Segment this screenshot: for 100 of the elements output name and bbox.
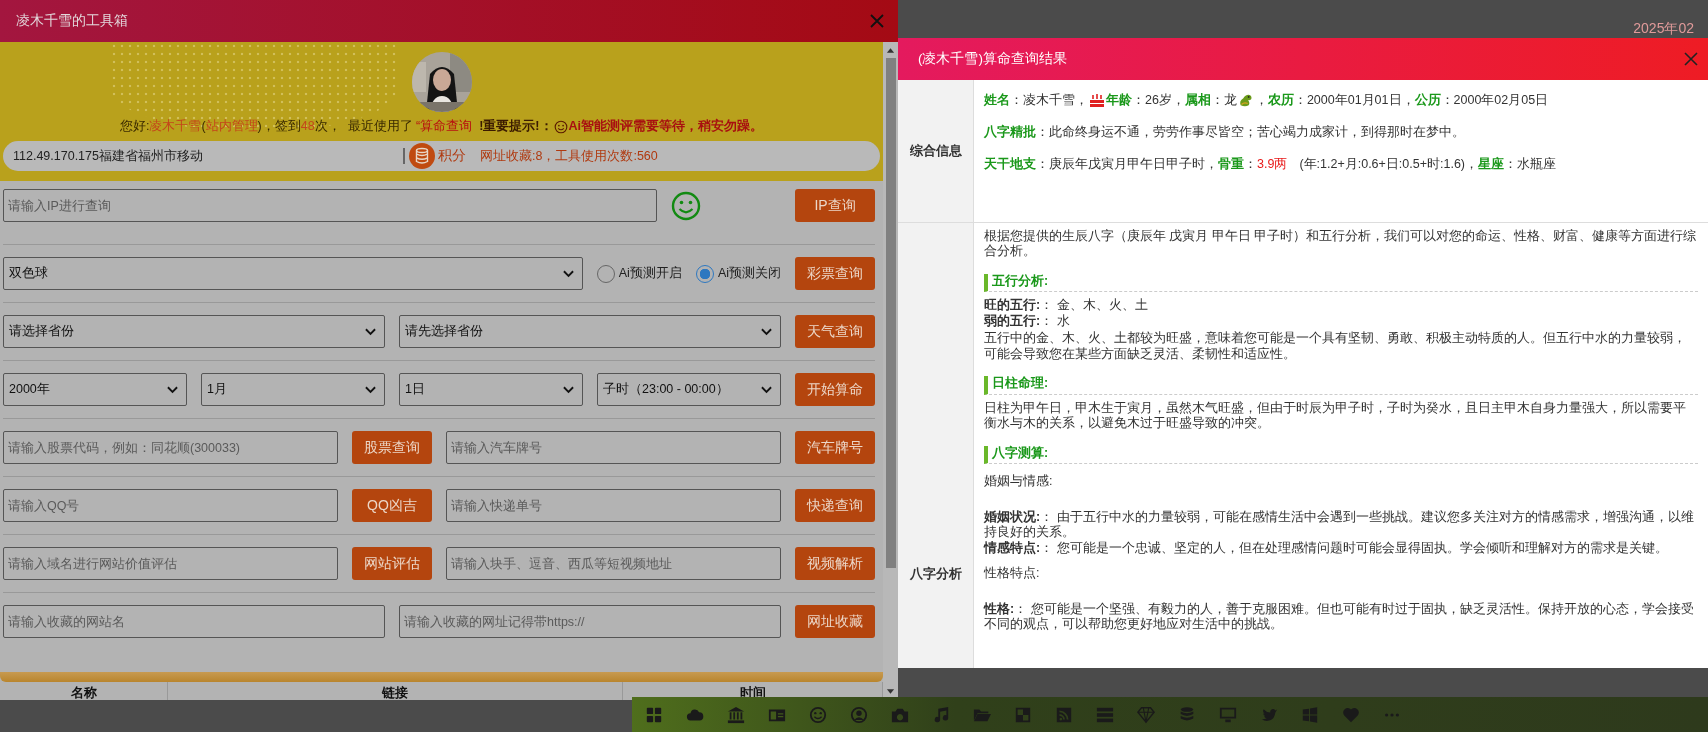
field-value: ：龙	[1210, 91, 1237, 109]
notice-text: Ai智能测评需要等待，稍安勿躁。	[568, 118, 764, 135]
field-label: ，农历	[1254, 91, 1294, 109]
field-label: 属相	[1184, 91, 1211, 109]
close-icon[interactable]	[1684, 52, 1698, 66]
action-button[interactable]: 股票查询	[352, 431, 432, 464]
field-value: ：2000年01月01日，	[1293, 91, 1415, 109]
greeting-text: 您好:凌木千雪(站内管理)，签到48次， 最近使用了 “算命查询 !重要提示!：	[119, 118, 553, 135]
field-label: 星座	[1478, 155, 1504, 173]
input-field[interactable]: 请输入收藏的网址记得带https://	[399, 605, 781, 638]
row-label: 综合信息	[909, 141, 962, 160]
dropdown-value: 1月	[207, 381, 227, 398]
field-label: 年龄	[1106, 91, 1132, 109]
grid-icon[interactable]	[645, 705, 663, 724]
chevron-down-icon	[365, 385, 376, 394]
scroll-up-icon[interactable]	[886, 46, 895, 54]
smiley-icon[interactable]	[809, 705, 827, 724]
server-icon[interactable]	[1096, 705, 1114, 724]
column-header: 链接	[168, 682, 623, 700]
radio-label: Ai预测开启	[618, 265, 682, 282]
action-button[interactable]: QQ凶吉	[352, 489, 432, 522]
chevron-down-icon	[563, 385, 574, 394]
bank-icon[interactable]	[727, 705, 745, 724]
cake-icon	[1089, 92, 1105, 108]
dropdown-value: 1日	[405, 381, 425, 398]
chevron-down-icon	[761, 385, 772, 394]
dropdown[interactable]: 请先选择省份	[399, 315, 781, 348]
input-field[interactable]: 请输入QQ号	[3, 489, 338, 522]
points-label: 积分	[438, 147, 466, 165]
column-header: 名称	[0, 682, 168, 700]
action-button[interactable]: 天气查询	[795, 315, 875, 348]
section-heading: 八字测算:	[984, 445, 1698, 464]
smiley-icon	[553, 119, 568, 134]
monitor-icon[interactable]	[1219, 705, 1237, 724]
field-value: ：水瓶座	[1504, 155, 1556, 173]
field-value: ：2000年02月05日	[1440, 91, 1549, 109]
action-button[interactable]: 开始算命	[795, 373, 875, 406]
chevron-down-icon	[167, 385, 178, 394]
window-title: (凌木千雪)算命查询结果	[918, 50, 1067, 68]
action-button[interactable]: 汽车牌号	[795, 431, 875, 464]
input-field[interactable]: 请输入汽车牌号	[446, 431, 781, 464]
dropdown[interactable]: 1日	[399, 373, 583, 406]
text-line: 婚姻状况:： 由于五行中水的力量较弱，可能在感情生活中会遇到一些挑战。建议您多关注对方的情感需求，增强沟通，以维持良好的关系。	[984, 509, 1695, 541]
radio-button[interactable]	[695, 264, 714, 283]
chevron-down-icon	[562, 269, 574, 278]
dropdown[interactable]: 2000年	[3, 373, 187, 406]
heart-icon[interactable]	[1342, 705, 1360, 724]
field-label: 骨重	[1218, 155, 1244, 173]
checker-icon[interactable]	[1014, 705, 1032, 724]
database-icon	[409, 143, 435, 169]
action-button[interactable]: IP查询	[795, 189, 875, 222]
field-label: 天干地支	[984, 155, 1036, 173]
dropdown[interactable]: 双色球	[3, 257, 583, 290]
action-button[interactable]: 网站评估	[352, 547, 432, 580]
input-field[interactable]: 请输入收藏的网站名	[3, 605, 385, 638]
rss-icon[interactable]	[1055, 705, 1073, 724]
radio-label: Ai预测关闭	[717, 265, 781, 282]
input-field[interactable]: 请输入块手、逗音、西瓜等短视频地址	[446, 547, 781, 580]
dropdown[interactable]: 子时（23:00 - 00:00）	[597, 373, 781, 406]
text-line: 情感特点:： 您可能是一个忠诚、坚定的人，但在处理感情问题时可能会显得固执。学会倾听和理解对方的需求是关键。	[984, 540, 1669, 556]
dropdown-value: 双色球	[9, 265, 48, 282]
input-field[interactable]: 请输入快递单号	[446, 489, 781, 522]
field-value: ：庚辰年戊寅月甲午日甲子时，	[1036, 155, 1218, 173]
music-note-icon[interactable]	[932, 705, 950, 724]
usage-stats: 网址收藏:8，工具使用次数:560	[480, 147, 658, 165]
four-panes-icon[interactable]	[1301, 705, 1319, 724]
chevron-down-icon	[365, 327, 376, 336]
window-title: 凌木千雪的工具箱	[16, 12, 128, 30]
input-field[interactable]: 请输入域名进行网站价值评估	[3, 547, 338, 580]
action-button[interactable]: 快递查询	[795, 489, 875, 522]
dropdown[interactable]: 请选择省份	[3, 315, 385, 348]
user-icon[interactable]	[850, 705, 868, 724]
dragon-icon	[1237, 92, 1254, 108]
field-label: 公历	[1414, 91, 1441, 109]
chevron-down-icon	[761, 327, 772, 336]
input-field[interactable]: 请输入IP进行查询	[3, 189, 657, 222]
row-label: 八字分析	[909, 564, 962, 583]
field-label: 八字精批	[984, 123, 1036, 141]
field-value: 3.9两	[1257, 155, 1288, 173]
action-button[interactable]: 网址收藏	[795, 605, 875, 638]
scrollbar[interactable]	[883, 42, 898, 700]
dropdown-value: 请先选择省份	[405, 323, 483, 340]
input-field[interactable]: 请输入股票代码，例如：同花顺(300033)	[3, 431, 338, 464]
ip-location: 112.49.170.175福建省福州市移动	[13, 147, 204, 165]
section-heading: 五行分析:	[984, 273, 1698, 292]
action-button[interactable]: 彩票查询	[795, 257, 875, 290]
action-button[interactable]: 视频解析	[795, 547, 875, 580]
text-line: 旺的五行:： 金、木、火、土	[984, 298, 1149, 314]
radio-button[interactable]	[596, 264, 615, 283]
dropdown-value: 2000年	[9, 381, 50, 398]
text-line: 弱的五行:： 水	[984, 313, 1071, 329]
close-icon[interactable]	[870, 14, 884, 28]
dropdown[interactable]: 1月	[201, 373, 385, 406]
field-value: ：26岁，	[1132, 91, 1185, 109]
field-value: ：	[1244, 155, 1257, 173]
paragraph: 根据您提供的生辰八字（庚辰年 戊寅月 甲午日 甲子时）和五行分析，我们可以对您的命运、性格、财富、健康等方面进行综合分析。	[984, 228, 1698, 260]
dropdown-value: 请选择省份	[9, 323, 74, 340]
paragraph: 日柱为甲午日，甲木生于寅月，虽然木气旺盛，但由于时辰为甲子时，子时为癸水，且日主甲木自身力量强大，所以需要平衡水与木的关系，以避免木过于旺盛导致的冲突。	[984, 400, 1687, 432]
date-text: 2025年02	[1633, 20, 1694, 36]
diamond-icon[interactable]	[1137, 705, 1155, 724]
